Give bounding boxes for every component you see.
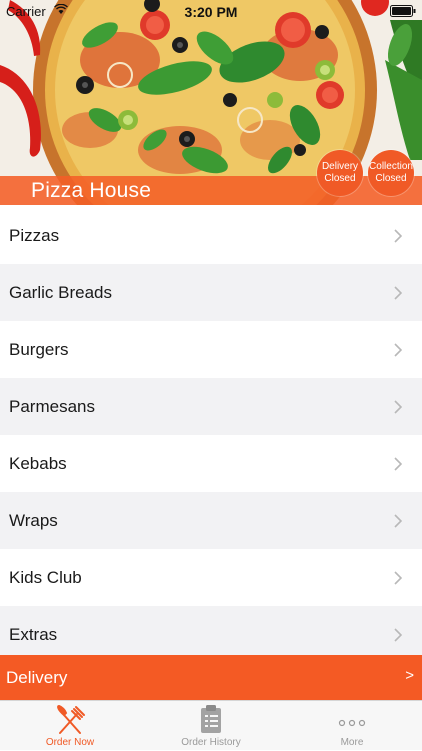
chevron-right-icon bbox=[394, 628, 403, 647]
tab-order-history[interactable]: Order History bbox=[141, 701, 281, 751]
chevron-right-icon bbox=[394, 457, 403, 476]
menu-item-kids-club[interactable]: Kids Club bbox=[0, 549, 422, 606]
ellipsis-icon bbox=[338, 714, 366, 732]
menu-item-wraps[interactable]: Wraps bbox=[0, 492, 422, 549]
tab-bar: Order Now Order History More bbox=[0, 700, 422, 750]
chevron-right-icon bbox=[394, 400, 403, 419]
restaurant-title: Pizza House bbox=[31, 179, 152, 202]
collection-status-badge: Collection Closed bbox=[368, 150, 414, 196]
delivery-arrow-icon: > bbox=[405, 667, 414, 684]
badge-line: Delivery bbox=[321, 161, 359, 172]
menu-item-label: Kebabs bbox=[9, 453, 67, 473]
badge-line: Closed bbox=[324, 173, 356, 184]
menu-item-label: Garlic Breads bbox=[9, 282, 112, 302]
delivery-status-badge: Delivery Closed bbox=[317, 150, 363, 196]
delivery-mode-label: Delivery bbox=[6, 667, 68, 687]
chevron-right-icon bbox=[394, 571, 403, 590]
tab-label: Order Now bbox=[45, 737, 95, 748]
badge-line: Collection bbox=[369, 161, 413, 172]
clipboard-icon bbox=[199, 704, 223, 739]
status-time: 3:20 PM bbox=[184, 4, 238, 20]
tab-label: More bbox=[340, 737, 364, 748]
menu-item-label: Kids Club bbox=[9, 567, 82, 587]
menu-item-label: Wraps bbox=[9, 510, 58, 530]
tab-more[interactable]: More bbox=[282, 701, 422, 751]
tab-label: Order History bbox=[181, 737, 241, 748]
chevron-right-icon bbox=[394, 229, 403, 248]
battery-icon bbox=[390, 5, 416, 20]
badge-line: Closed bbox=[375, 173, 407, 184]
chevron-right-icon bbox=[394, 343, 403, 362]
menu-item-label: Parmesans bbox=[9, 396, 95, 416]
status-bar: Carrier 3:20 PM bbox=[0, 0, 422, 22]
menu-item-kebabs[interactable]: Kebabs bbox=[0, 435, 422, 492]
menu-item-garlic-breads[interactable]: Garlic Breads bbox=[0, 264, 422, 321]
chevron-right-icon bbox=[394, 286, 403, 305]
hero-banner: Carrier 3:20 PM Pizza House Delivery Clo… bbox=[0, 0, 422, 205]
menu-item-label: Pizzas bbox=[9, 225, 60, 245]
menu-item-label: Burgers bbox=[9, 339, 69, 359]
menu-item-burgers[interactable]: Burgers bbox=[0, 321, 422, 378]
delivery-mode-button[interactable]: Delivery > bbox=[0, 655, 422, 700]
menu-category-list: Pizzas Garlic Breads Burgers Parmesans K… bbox=[0, 207, 422, 663]
menu-item-label: Extras bbox=[9, 624, 58, 644]
menu-item-pizzas[interactable]: Pizzas bbox=[0, 207, 422, 264]
menu-item-parmesans[interactable]: Parmesans bbox=[0, 378, 422, 435]
chevron-right-icon bbox=[394, 514, 403, 533]
tab-order-now[interactable]: Order Now bbox=[0, 701, 140, 751]
